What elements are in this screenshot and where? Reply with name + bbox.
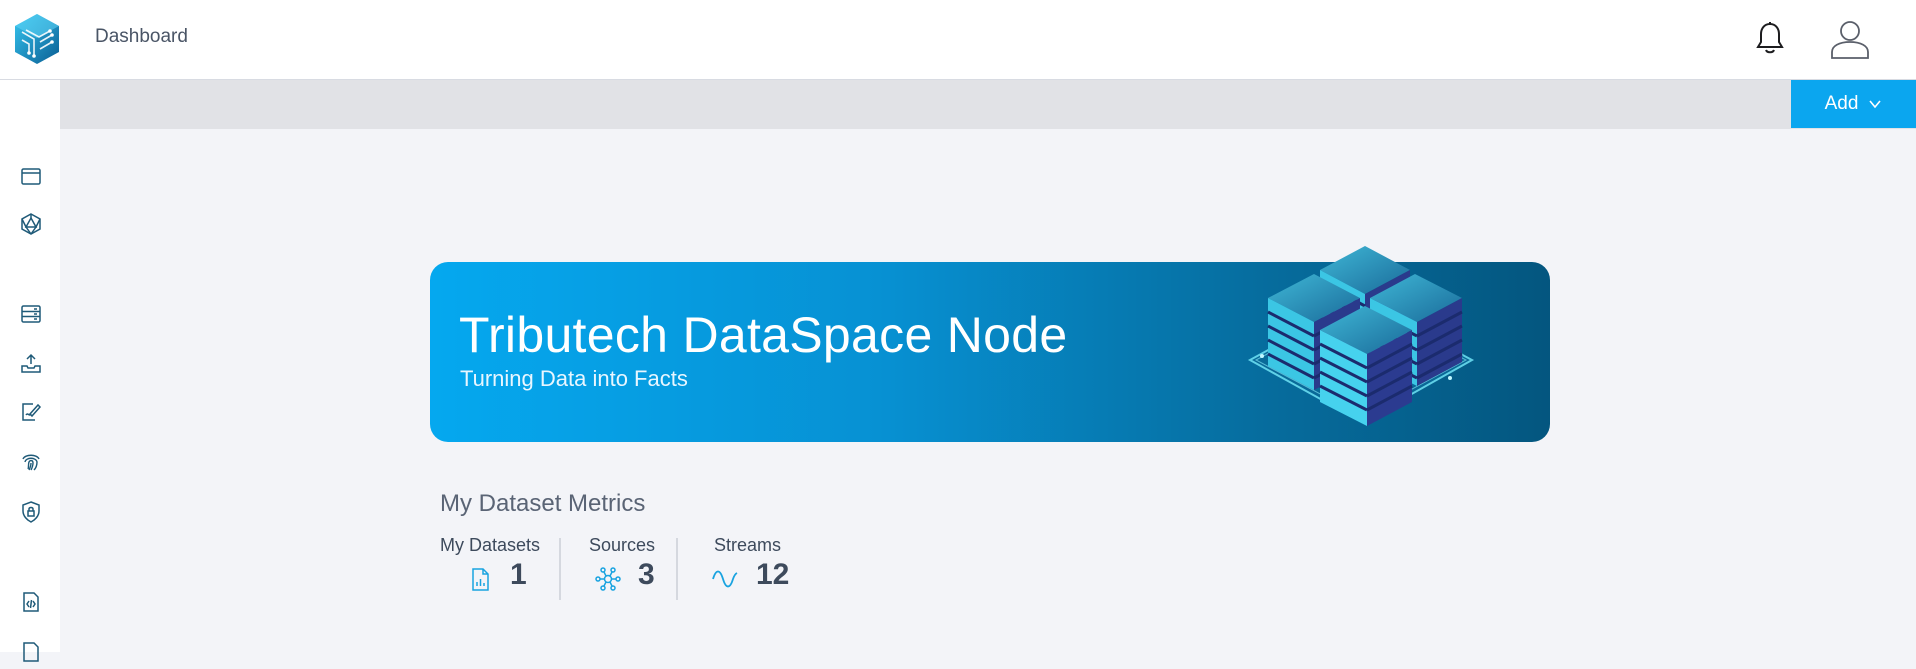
storage-icon bbox=[21, 305, 41, 323]
metric-label-sources: Sources bbox=[589, 535, 656, 555]
metric-label-datasets: My Datasets bbox=[440, 535, 541, 555]
sidebar-item-security[interactable] bbox=[19, 500, 43, 524]
sidebar-item-storage[interactable] bbox=[19, 302, 43, 326]
metrics-title: My Dataset Metrics bbox=[440, 490, 646, 517]
network-nodes-icon bbox=[595, 567, 621, 591]
metric-divider bbox=[676, 538, 678, 600]
code-file-icon bbox=[23, 592, 39, 612]
page-title: Dashboard bbox=[95, 26, 188, 47]
sidebar-item-code[interactable] bbox=[19, 590, 43, 614]
file-icon bbox=[23, 642, 39, 662]
shield-lock-icon bbox=[22, 501, 40, 523]
sine-wave-icon bbox=[712, 570, 738, 588]
bell-icon[interactable] bbox=[1754, 20, 1786, 56]
chevron-down-icon bbox=[1869, 100, 1882, 109]
document-sign-icon bbox=[22, 403, 42, 421]
metric-divider bbox=[559, 538, 561, 600]
sidebar-item-sign[interactable] bbox=[19, 400, 43, 424]
inbox-upload-icon bbox=[21, 353, 41, 373]
metric-value-sources: 3 bbox=[638, 558, 655, 591]
metric-label-streams: Streams bbox=[714, 535, 782, 555]
sidebar-item-fingerprint[interactable] bbox=[19, 450, 43, 474]
sidebar bbox=[0, 80, 60, 662]
server-racks-illustration bbox=[1247, 246, 1475, 426]
chart-file-icon bbox=[472, 568, 489, 591]
network-hexagon-icon bbox=[21, 213, 41, 235]
add-button[interactable]: Add bbox=[1791, 80, 1916, 128]
add-button-label: Add bbox=[1824, 93, 1859, 114]
metric-value-datasets: 1 bbox=[510, 558, 527, 591]
hero-subtitle: Turning Data into Facts bbox=[460, 366, 688, 391]
tributech-logo-icon[interactable] bbox=[12, 12, 62, 66]
window-icon bbox=[21, 168, 41, 185]
sidebar-item-file[interactable] bbox=[19, 640, 43, 664]
metric-value-streams: 12 bbox=[756, 558, 790, 591]
fingerprint-icon bbox=[22, 454, 40, 471]
sidebar-item-window[interactable] bbox=[19, 164, 43, 188]
hero-title: Tributech DataSpace Node bbox=[459, 307, 1068, 363]
sub-toolbar bbox=[60, 80, 1916, 129]
user-avatar-icon[interactable] bbox=[1829, 18, 1871, 60]
sidebar-item-network[interactable] bbox=[19, 212, 43, 236]
sidebar-item-upload[interactable] bbox=[19, 352, 43, 376]
top-bar: Dashboard bbox=[0, 0, 1916, 80]
